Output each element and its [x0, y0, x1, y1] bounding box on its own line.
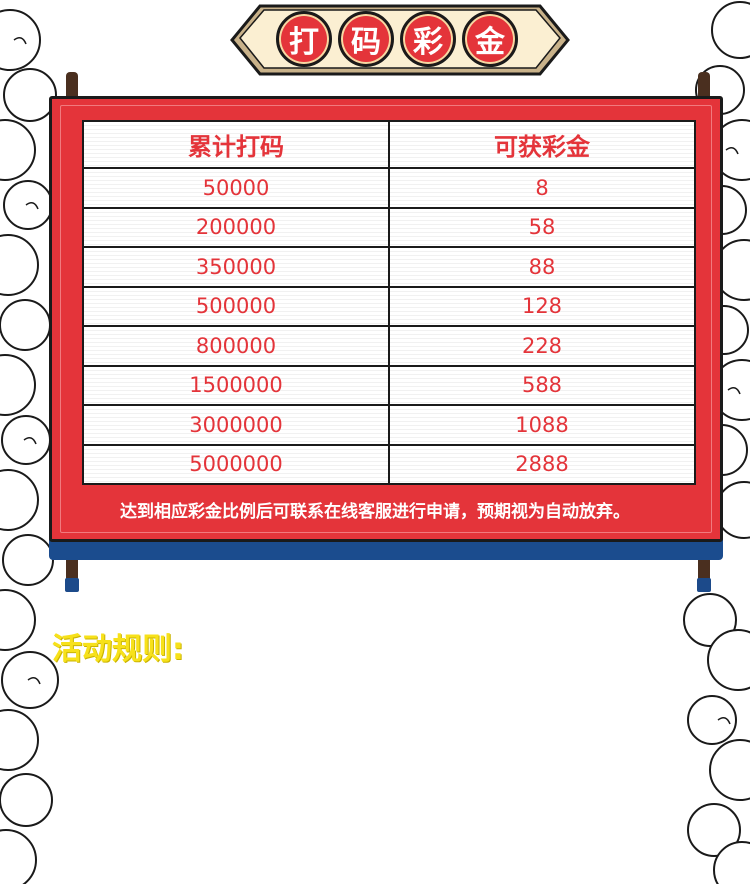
cell-bet: 800000	[84, 325, 390, 365]
title-char-4: 金	[462, 11, 518, 67]
table-row: 500000 128	[84, 285, 694, 325]
pole-cap-left	[65, 578, 79, 592]
cell-bet: 500000	[84, 285, 390, 325]
table-header: 累计打码 可获彩金	[84, 122, 694, 167]
board-note: 达到相应彩金比例后可联系在线客服进行申请，预期视为自动放弃。	[120, 502, 630, 522]
cell-bonus: 128	[390, 285, 694, 325]
pole-cap-right	[697, 578, 711, 592]
cell-bonus: 2888	[390, 443, 694, 483]
table-row: 800000 228	[84, 325, 694, 365]
header-bonus: 可获彩金	[390, 122, 694, 167]
title-banner: 打 码 彩 金	[230, 2, 570, 78]
header-cumulative-bet: 累计打码	[84, 122, 390, 167]
cell-bet: 1500000	[84, 364, 390, 404]
title-char-3: 彩	[400, 11, 456, 67]
prize-table: 累计打码 可获彩金 50000 8 200000 58 350000 88 50…	[82, 120, 696, 485]
cell-bet: 200000	[84, 206, 390, 246]
table-row: 3000000 1088	[84, 404, 694, 444]
cell-bonus: 228	[390, 325, 694, 365]
cell-bonus: 1088	[390, 404, 694, 444]
title-char-2: 码	[338, 11, 394, 67]
table-row: 200000 58	[84, 206, 694, 246]
title-text: 打 码 彩 金	[276, 11, 518, 67]
table-row: 5000000 2888	[84, 443, 694, 483]
cell-bet: 3000000	[84, 404, 390, 444]
table-row: 1500000 588	[84, 364, 694, 404]
cell-bonus: 58	[390, 206, 694, 246]
table-row: 50000 8	[84, 167, 694, 207]
rules-title: 活动规则:	[52, 632, 184, 667]
cell-bet: 350000	[84, 246, 390, 286]
cell-bet: 5000000	[84, 443, 390, 483]
cell-bonus: 88	[390, 246, 694, 286]
cell-bonus: 588	[390, 364, 694, 404]
title-char-1: 打	[276, 11, 332, 67]
cell-bonus: 8	[390, 167, 694, 207]
cell-bet: 50000	[84, 167, 390, 207]
table-row: 350000 88	[84, 246, 694, 286]
